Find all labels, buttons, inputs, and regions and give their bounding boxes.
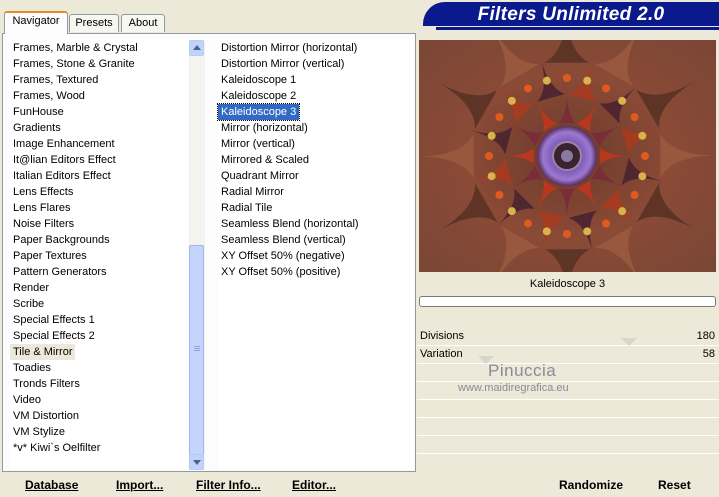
filter-item[interactable]: XY Offset 50% (positive) — [218, 264, 343, 280]
category-item[interactable]: Noise Filters — [10, 216, 77, 232]
grip-line — [194, 350, 200, 351]
param-divisions[interactable]: Divisions 180 — [417, 328, 719, 345]
filter-item[interactable]: Seamless Blend (vertical) — [218, 232, 349, 248]
chevron-up-icon — [193, 45, 201, 50]
category-item[interactable]: Lens Flares — [10, 200, 73, 216]
category-item[interactable]: Frames, Stone & Granite — [10, 56, 138, 72]
param-value: 58 — [702, 348, 715, 360]
filter-item[interactable]: Mirrored & Scaled — [218, 152, 312, 168]
app-title-banner: Filters Unlimited 2.0 — [423, 2, 719, 26]
category-item[interactable]: Paper Textures — [10, 248, 90, 264]
editor-button[interactable]: Editor... — [292, 477, 336, 494]
category-item[interactable]: Render — [10, 280, 52, 296]
randomize-button[interactable]: Randomize — [559, 477, 623, 494]
scroll-up-button[interactable] — [189, 40, 204, 56]
category-item[interactable]: VM Distortion — [10, 408, 82, 424]
category-item[interactable]: Frames, Wood — [10, 88, 88, 104]
param-value: 180 — [696, 330, 715, 342]
category-item[interactable]: Special Effects 2 — [10, 328, 98, 344]
row-divider — [417, 399, 719, 400]
tab-about[interactable]: About — [121, 14, 165, 32]
category-item[interactable]: Special Effects 1 — [10, 312, 98, 328]
watermark-name: Pinuccia — [488, 361, 557, 380]
category-item[interactable]: FunHouse — [10, 104, 67, 120]
scroll-thumb[interactable] — [189, 245, 204, 455]
filter-list[interactable]: Distortion Mirror (horizontal) Distortion… — [216, 40, 413, 470]
tab-presets[interactable]: Presets — [69, 14, 119, 32]
category-item[interactable]: Video — [10, 392, 44, 408]
category-item[interactable]: Toadies — [10, 360, 54, 376]
tab-navigator[interactable]: Navigator — [4, 11, 68, 34]
category-item[interactable]: Scribe — [10, 296, 47, 312]
category-item[interactable]: Frames, Marble & Crystal — [10, 40, 141, 56]
category-item[interactable]: Lens Effects — [10, 184, 76, 200]
param-label: Divisions — [420, 330, 465, 342]
import-button[interactable]: Import... — [116, 477, 163, 494]
param-variation[interactable]: Variation 58 — [417, 346, 719, 363]
filter-item[interactable]: Kaleidoscope 2 — [218, 88, 299, 104]
filter-item[interactable]: Distortion Mirror (horizontal) — [218, 40, 360, 56]
banner-stripe — [436, 27, 719, 30]
chevron-down-icon — [193, 460, 201, 465]
filter-item[interactable]: Distortion Mirror (vertical) — [218, 56, 347, 72]
progress-bar — [419, 296, 716, 307]
filter-item[interactable]: Kaleidoscope 3 — [216, 103, 301, 121]
filter-item[interactable]: Mirror (vertical) — [218, 136, 298, 152]
category-item[interactable]: Italian Editors Effect — [10, 168, 114, 184]
category-item[interactable]: Frames, Textured — [10, 72, 101, 88]
watermark-url: www.maidiregrafica.eu — [458, 382, 569, 394]
filter-item[interactable]: Radial Mirror — [218, 184, 287, 200]
filter-item[interactable]: Mirror (horizontal) — [218, 120, 311, 136]
grip-line — [194, 346, 200, 347]
category-item[interactable]: Gradients — [10, 120, 64, 136]
category-item[interactable]: VM Stylize — [10, 424, 68, 440]
category-item[interactable]: Pattern Generators — [10, 264, 110, 280]
category-item[interactable]: Image Enhancement — [10, 136, 118, 152]
category-item[interactable]: *v* Kiwi`s Oelfilter — [10, 440, 103, 456]
filter-info-button[interactable]: Filter Info... — [196, 477, 261, 494]
filter-item[interactable]: Kaleidoscope 1 — [218, 72, 299, 88]
row-divider — [417, 417, 719, 418]
category-item[interactable]: Tile & Mirror — [10, 344, 76, 360]
divisions-slider-thumb[interactable] — [621, 338, 637, 346]
param-label: Variation — [420, 348, 463, 360]
row-divider — [417, 453, 719, 454]
category-item[interactable]: Paper Backgrounds — [10, 232, 113, 248]
filter-item[interactable]: Radial Tile — [218, 200, 275, 216]
row-divider — [417, 435, 719, 436]
reset-button[interactable]: Reset — [658, 477, 691, 494]
filter-item[interactable]: Seamless Blend (horizontal) — [218, 216, 362, 232]
filter-item[interactable]: XY Offset 50% (negative) — [218, 248, 348, 264]
database-button[interactable]: Database — [25, 477, 78, 494]
grip-line — [194, 348, 200, 349]
category-scrollbar[interactable] — [189, 40, 205, 470]
category-item[interactable]: It@lian Editors Effect — [10, 152, 119, 168]
scroll-down-button[interactable] — [189, 454, 204, 470]
category-list[interactable]: Frames, Marble & Crystal Frames, Stone & … — [10, 40, 188, 470]
preview-image — [419, 40, 716, 272]
filter-item[interactable]: Quadrant Mirror — [218, 168, 302, 184]
preview-caption: Kaleidoscope 3 — [529, 278, 606, 290]
row-divider — [417, 363, 719, 364]
category-item[interactable]: Tronds Filters — [10, 376, 83, 392]
